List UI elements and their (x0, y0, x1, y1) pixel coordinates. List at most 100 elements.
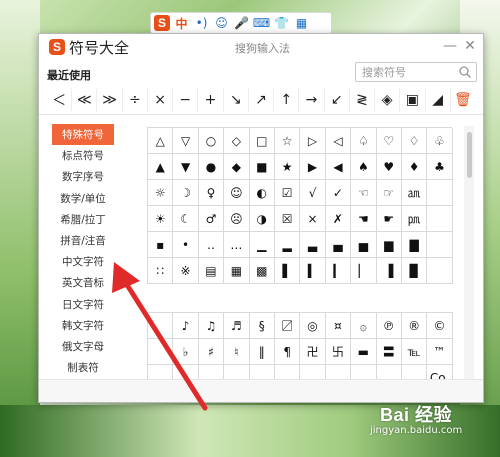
symbol-cell[interactable]: ☀ (148, 206, 174, 232)
close-button[interactable]: ✕ (461, 37, 479, 55)
symbol-cell[interactable]: ∷ (148, 258, 174, 284)
symbol-cell[interactable]: ♡ (376, 128, 402, 154)
symbol-cell[interactable]: 〓 (376, 339, 402, 365)
category-item[interactable]: 英文音标 (47, 272, 119, 293)
symbol-cell[interactable]: ♯ (198, 339, 225, 365)
recent-symbol[interactable]: − (173, 88, 199, 112)
symbol-cell[interactable]: ▍ (300, 258, 326, 284)
symbol-cell[interactable]: ℡ (401, 339, 428, 365)
symbol-cell[interactable]: ♂ (198, 206, 225, 232)
symbol-cell[interactable]: ▏ (351, 258, 377, 284)
symbol-cell[interactable]: ○ (198, 128, 225, 154)
category-item[interactable]: 拼音/注音 (47, 230, 119, 251)
symbol-cell[interactable]: ▷ (300, 128, 326, 154)
trash-icon[interactable]: 🗑 (451, 88, 475, 112)
recent-symbol[interactable]: → (299, 88, 325, 112)
symbol-cell[interactable]: ◆ (224, 154, 250, 180)
symbol-cell[interactable]: ♮ (224, 339, 250, 365)
symbol-cell[interactable]: 卍 (300, 339, 326, 365)
symbol-cell[interactable] (427, 180, 453, 206)
symbol-cell[interactable]: ★ (274, 154, 301, 180)
symbol-cell[interactable]: ▽ (173, 128, 199, 154)
symbol-cell[interactable]: 卐 (325, 339, 352, 365)
recent-symbol[interactable]: ≷ (350, 88, 376, 112)
symbol-cell[interactable]: ▂ (274, 232, 301, 258)
symbol-cell[interactable] (427, 232, 453, 258)
symbol-cell[interactable] (148, 313, 174, 339)
recent-symbol[interactable]: ↗ (249, 88, 275, 112)
symbol-cell[interactable]: ▲ (148, 154, 174, 180)
symbol-cell[interactable]: ℗ (376, 313, 402, 339)
symbol-cell[interactable] (427, 206, 453, 232)
symbol-cell[interactable]: ▪ (148, 232, 174, 258)
symbol-cell[interactable]: ▎ (325, 258, 352, 284)
symbol-cell[interactable]: ▁ (249, 232, 275, 258)
symbol-cell[interactable] (427, 258, 453, 284)
symbol-cell[interactable]: ▤ (198, 258, 225, 284)
recent-symbol[interactable]: + (198, 88, 224, 112)
emoji-button[interactable]: ☺ (213, 14, 230, 32)
symbol-cell[interactable]: √ (300, 180, 326, 206)
symbol-cell[interactable]: ▆ (376, 232, 402, 258)
symbol-cell[interactable]: ◇ (224, 128, 250, 154)
category-item[interactable]: 制表符 (47, 357, 119, 378)
symbol-cell[interactable]: ▼ (173, 154, 199, 180)
symbol-cell[interactable]: ¤ (325, 313, 352, 339)
symbol-cell[interactable]: ☹ (224, 206, 250, 232)
category-item[interactable]: 数学/单位 (47, 188, 119, 209)
category-item[interactable]: 韩文字符 (47, 315, 119, 336)
search-input[interactable] (356, 63, 462, 81)
symbol-cell[interactable]: ♧ (427, 128, 453, 154)
recent-symbol[interactable]: ↙ (325, 88, 350, 112)
sogou-logo-icon[interactable]: S (154, 15, 170, 31)
symbol-cell[interactable]: □ (249, 128, 275, 154)
symbol-cell[interactable]: ♠ (351, 154, 377, 180)
symbol-cell[interactable]: ‥ (198, 232, 225, 258)
symbol-cell[interactable]: × (300, 206, 326, 232)
symbol-cell[interactable]: ☛ (376, 206, 402, 232)
recent-symbol[interactable]: ◈ (375, 88, 401, 112)
category-item[interactable]: 数字序号 (47, 166, 119, 187)
symbol-cell[interactable]: ▦ (224, 258, 250, 284)
symbol-cell[interactable]: ♭ (173, 339, 199, 365)
symbol-cell[interactable]: ▅ (351, 232, 377, 258)
category-item[interactable]: 日文字符 (47, 294, 119, 315)
symbol-cell[interactable]: 〼 (274, 313, 301, 339)
voice-button[interactable]: 🎤 (233, 14, 250, 32)
symbol-cell[interactable] (148, 339, 174, 365)
search-box[interactable] (355, 62, 477, 82)
recent-symbol[interactable]: ◢ (426, 88, 451, 112)
recent-symbol[interactable]: ≫ (97, 88, 123, 112)
symbol-cell[interactable]: ▬ (351, 339, 377, 365)
symbol-cell[interactable]: ■ (249, 154, 275, 180)
symbol-cell[interactable]: © (427, 313, 453, 339)
symbol-cell[interactable]: ▉ (401, 258, 428, 284)
category-item[interactable]: 标点符号 (47, 145, 119, 166)
symbol-cell[interactable]: ♤ (351, 128, 377, 154)
symbol-cell[interactable]: ◑ (249, 206, 275, 232)
title-bar[interactable]: S 符号大全 搜狗输入法 — ✕ (39, 34, 483, 60)
symbol-cell[interactable]: § (249, 313, 275, 339)
symbol-cell[interactable]: ● (198, 154, 225, 180)
punct-button[interactable]: •) (193, 14, 210, 32)
symbol-cell[interactable]: ☺ (224, 180, 250, 206)
symbol-cell[interactable]: ☆ (274, 128, 301, 154)
symbol-cell[interactable]: ☼ (148, 180, 174, 206)
symbol-cell[interactable]: ▩ (249, 258, 275, 284)
lang-zh-button[interactable]: 中 (173, 14, 190, 32)
symbol-cell[interactable]: ☞ (376, 180, 402, 206)
symbol-cell[interactable]: ® (401, 313, 428, 339)
symbol-cell[interactable]: ۞ (351, 313, 377, 339)
symbol-cell[interactable]: ✗ (325, 206, 352, 232)
symbol-cell[interactable]: ▃ (300, 232, 326, 258)
symbol-cell[interactable]: ♣ (427, 154, 453, 180)
symbol-cell[interactable]: ♬ (224, 313, 250, 339)
category-item[interactable]: 特殊符号 (52, 124, 114, 146)
category-item[interactable]: 俄文字母 (47, 336, 119, 357)
symbol-cell[interactable]: ◀ (325, 154, 352, 180)
recent-symbol[interactable]: ↘ (224, 88, 249, 112)
category-item[interactable]: 中文字符 (47, 251, 119, 272)
symbol-cell[interactable]: ▐ (376, 258, 402, 284)
recent-symbol[interactable]: ≪ (72, 88, 98, 112)
symbol-cell[interactable]: ▌ (274, 258, 301, 284)
